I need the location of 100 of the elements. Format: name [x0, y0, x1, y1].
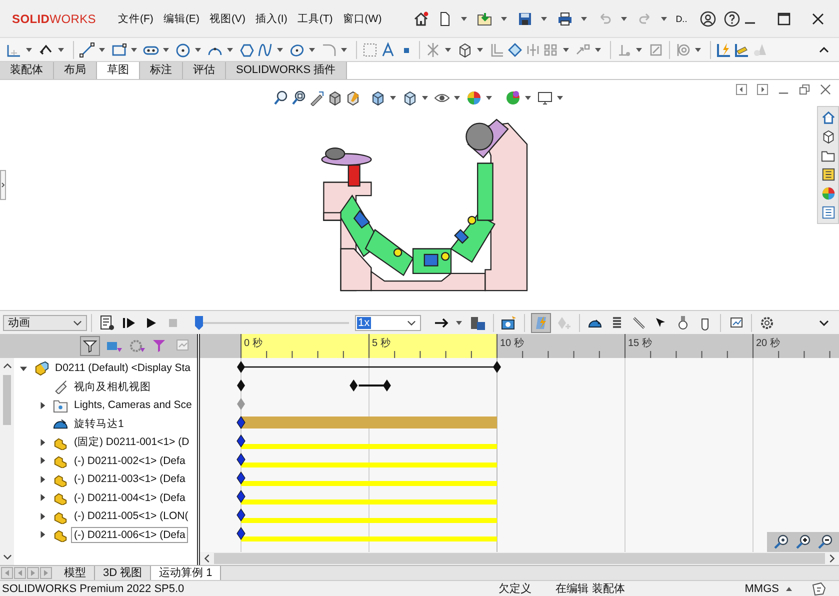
offset-icon[interactable] — [489, 42, 505, 58]
expand-arrow-icon[interactable] — [39, 512, 46, 520]
dropdown-caret-icon[interactable] — [341, 48, 347, 52]
menu-item[interactable]: 文件(F) — [118, 12, 154, 26]
dropdown-caret-icon[interactable] — [58, 48, 64, 52]
playback-speed-dropdown[interactable]: 1x — [355, 314, 421, 330]
units-selector[interactable]: MMGS — [744, 582, 779, 594]
expand-arrow-icon[interactable] — [39, 494, 46, 502]
help-icon[interactable] — [724, 10, 740, 26]
zoom-in-icon[interactable] — [795, 534, 811, 550]
color-ball-icon[interactable] — [820, 186, 836, 201]
cube-icon[interactable] — [370, 90, 386, 106]
diamond-icon[interactable] — [507, 42, 523, 58]
zoom-out-icon[interactable] — [817, 534, 833, 550]
dropdown-caret-icon[interactable] — [99, 48, 105, 52]
dropdown-caret-icon[interactable] — [454, 96, 460, 100]
dropdown-caret-icon[interactable] — [309, 48, 315, 52]
dropdown-caret-icon[interactable] — [422, 96, 428, 100]
menu-item[interactable]: 插入(I) — [255, 12, 288, 26]
line-icon[interactable] — [79, 42, 95, 58]
tree-item[interactable]: 视向及相机视图 — [71, 378, 154, 396]
key-point-icon[interactable] — [236, 434, 246, 448]
dropdown-caret-icon[interactable] — [277, 48, 283, 52]
repair-icon[interactable] — [648, 42, 664, 58]
user-icon[interactable] — [700, 10, 716, 26]
duration-line[interactable] — [237, 361, 501, 373]
cube-icon[interactable] — [820, 129, 836, 144]
menu-item[interactable]: 窗口(W) — [342, 12, 382, 26]
dropdown-caret-icon[interactable] — [563, 48, 569, 52]
expand-chevron-icon[interactable] — [819, 320, 829, 326]
scroll-up-icon[interactable] — [2, 363, 12, 369]
magnifier-icon[interactable] — [291, 90, 307, 106]
dropdown-caret-icon[interactable] — [500, 16, 507, 20]
command-tab[interactable]: 布局 — [54, 62, 97, 79]
collapse-chevron-icon[interactable] — [819, 46, 829, 52]
panel-handle-icon[interactable] — [0, 170, 6, 200]
spline-icon[interactable] — [257, 42, 273, 58]
key-point-icon[interactable] — [236, 416, 246, 430]
tree-item[interactable]: D0211 (Default) <Display Sta — [52, 360, 194, 376]
tile-right-icon[interactable] — [757, 84, 768, 95]
dropdown-caret-icon[interactable] — [660, 16, 667, 20]
lightning-sketch-icon[interactable] — [716, 42, 732, 58]
scrollbar-thumb[interactable] — [214, 553, 825, 564]
tree-item[interactable]: (-) D0211-003<1> (Defa — [71, 471, 188, 488]
dropdown-caret-icon[interactable] — [595, 48, 601, 52]
dropdown-chevron-icon[interactable] — [73, 320, 82, 326]
text-icon[interactable] — [380, 42, 396, 58]
dropdown-caret-icon[interactable] — [636, 48, 642, 52]
command-tab[interactable]: 标注 — [140, 62, 183, 79]
dropdown-caret-icon[interactable] — [456, 320, 462, 324]
dropdown-caret-icon[interactable] — [445, 48, 451, 52]
scroll-down-icon[interactable] — [2, 554, 12, 560]
tree-item[interactable]: (固定) D0211-001<1> (D — [71, 433, 192, 452]
dropdown-caret-icon[interactable] — [131, 48, 137, 52]
command-tab[interactable]: 评估 — [183, 62, 226, 79]
key-point-icon[interactable] — [236, 508, 246, 522]
zoom-fit-icon[interactable] — [773, 534, 789, 550]
scroll-left-icon[interactable] — [204, 554, 210, 563]
filter-icon[interactable] — [81, 337, 99, 355]
close-icon[interactable] — [811, 12, 826, 26]
color-ball-icon[interactable] — [505, 90, 521, 106]
cube-icon[interactable] — [457, 42, 473, 58]
mirror-icon[interactable] — [525, 42, 541, 58]
dropdown-caret-icon[interactable] — [620, 16, 627, 20]
dropdown-caret-icon[interactable] — [477, 48, 483, 52]
dropdown-caret-icon[interactable] — [540, 16, 547, 20]
settings-icon[interactable] — [759, 314, 775, 330]
key-point-icon[interactable] — [237, 380, 245, 392]
dropdown-caret-icon[interactable] — [580, 16, 587, 20]
expand-arrow-icon[interactable] — [39, 476, 46, 483]
caret-up-icon[interactable] — [786, 586, 792, 590]
tile-left-icon[interactable] — [736, 84, 747, 95]
dropdown-caret-icon[interactable] — [460, 16, 467, 20]
camera-icon[interactable] — [501, 314, 517, 330]
dropdown-caret-icon[interactable] — [227, 48, 233, 52]
dotted-rectangle-icon[interactable] — [362, 42, 378, 58]
restore-icon[interactable] — [799, 84, 810, 95]
ruler-sketch-icon[interactable] — [734, 42, 750, 58]
expand-arrow-icon[interactable] — [39, 531, 46, 538]
tree-item[interactable]: (-) D0211-004<1> (Defa — [71, 490, 188, 506]
key-point-icon[interactable] — [236, 490, 246, 504]
command-tab[interactable]: SOLIDWORKS 插件 — [226, 62, 347, 79]
monitor-icon[interactable] — [537, 90, 553, 106]
magnifier-icon[interactable] — [273, 90, 289, 106]
cube-icon[interactable] — [345, 90, 361, 106]
expand-arrow-icon[interactable] — [39, 438, 46, 446]
study-tab[interactable]: 运动算例 1 — [151, 566, 222, 580]
tree-item[interactable]: (-) D0211-006<1> (Defa — [71, 526, 188, 543]
chat-bubble-icon[interactable] — [811, 580, 827, 596]
double-arrow-icon[interactable] — [350, 380, 391, 392]
chart-results-icon[interactable] — [728, 314, 744, 330]
dropdown-caret-icon[interactable] — [163, 48, 169, 52]
polygon-icon[interactable] — [239, 42, 255, 58]
cube-icon[interactable] — [327, 90, 343, 106]
study-type-dropdown[interactable]: 动画 — [3, 314, 87, 330]
tree-item[interactable]: Lights, Cameras and Sce — [71, 397, 195, 414]
menu-item[interactable]: 编辑(E) — [163, 12, 200, 26]
maximize-icon[interactable] — [777, 12, 792, 26]
key-point-icon[interactable] — [236, 452, 246, 466]
dropdown-caret-icon[interactable] — [695, 48, 701, 52]
